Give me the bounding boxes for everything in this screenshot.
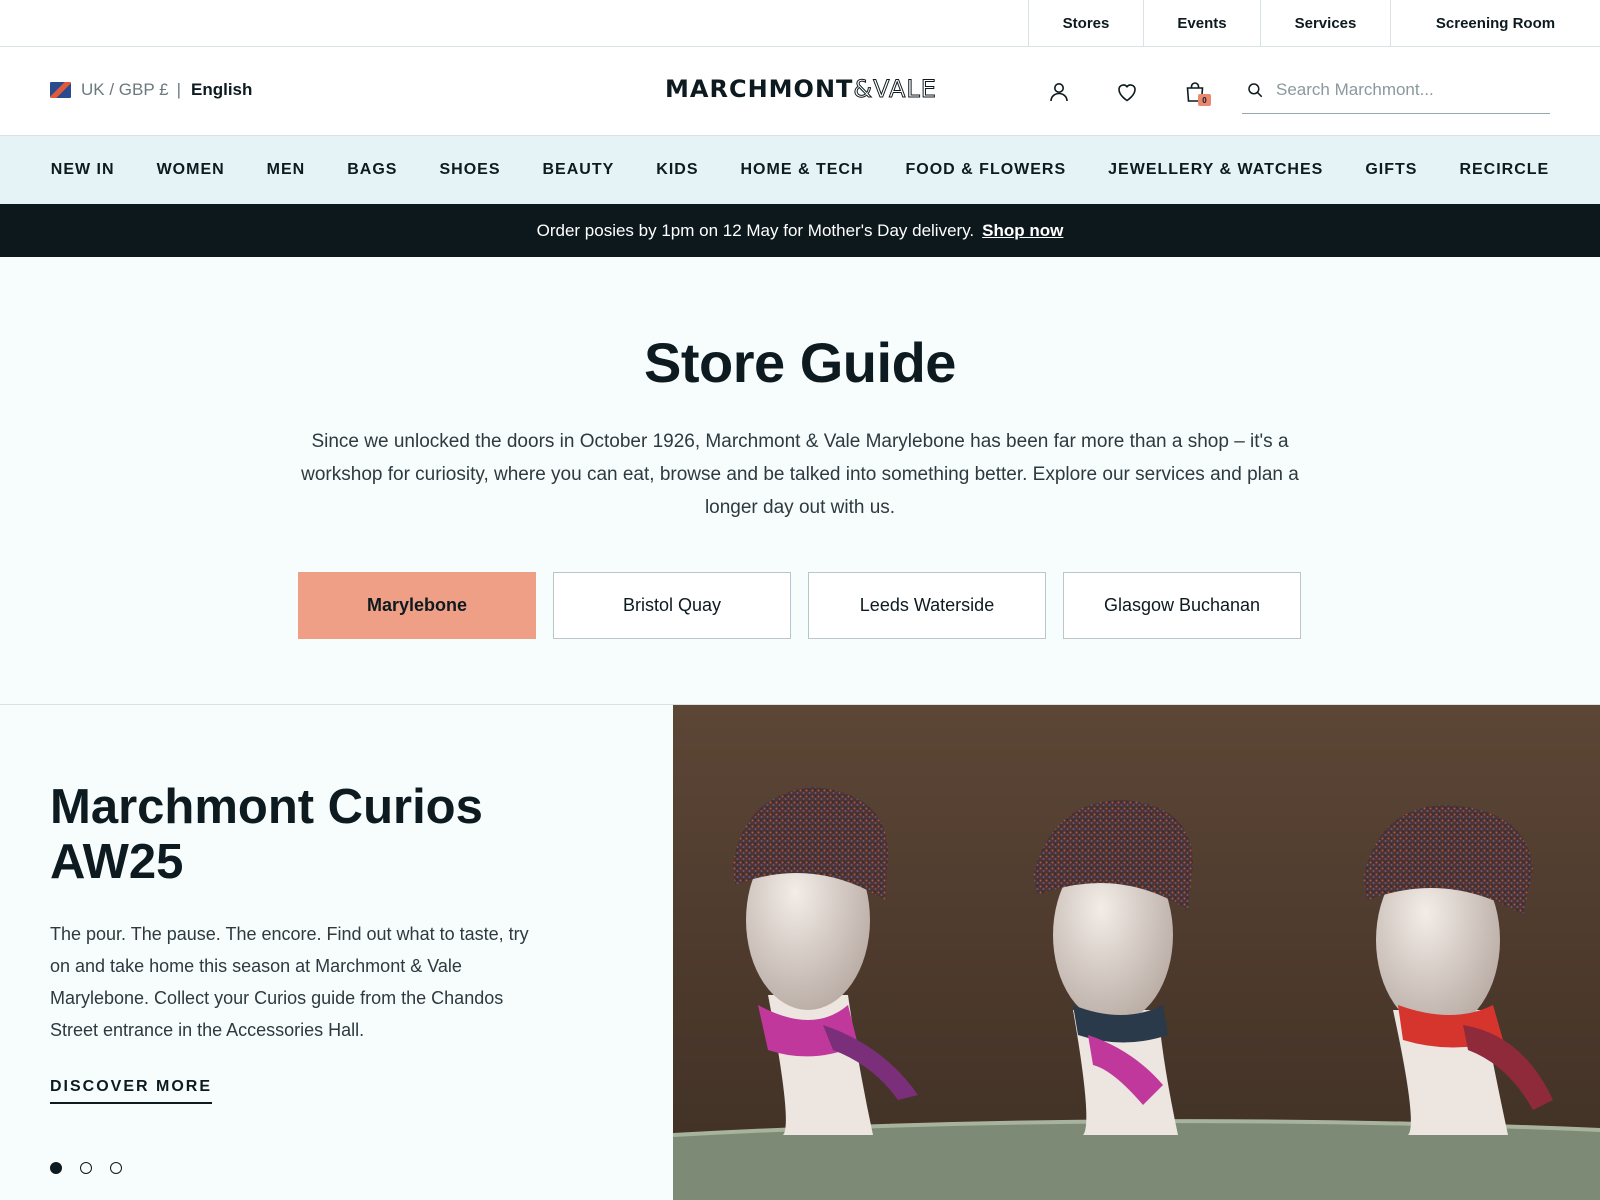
feature-title: Marchmont Curios AW25 — [50, 780, 483, 889]
wishlist-heart-icon[interactable] — [1115, 80, 1139, 104]
logo-text-left: MARCHMONT — [665, 75, 854, 103]
feature-description: The pour. The pause. The encore. Find ou… — [50, 924, 529, 1040]
search-icon — [1248, 83, 1263, 98]
account-icon[interactable] — [1047, 80, 1071, 104]
nav-home-tech[interactable]: HOME & TECH — [741, 161, 864, 179]
cart-count-badge: 0 — [1198, 94, 1211, 106]
currency-label[interactable]: UK / GBP £ — [81, 80, 169, 100]
promo-shop-now-link[interactable]: Shop now — [982, 221, 1063, 241]
search-input[interactable] — [1276, 80, 1536, 100]
discover-more-link[interactable]: DISCOVER MORE — [50, 1078, 213, 1104]
carousel-dot-3[interactable] — [110, 1162, 122, 1174]
utility-bar: Stores Events Services Screening Room — [0, 0, 1600, 47]
utility-links: Stores Events Services Screening Room — [1028, 0, 1600, 46]
carousel-dot-1[interactable] — [50, 1162, 62, 1174]
util-link-stores[interactable]: Stores — [1028, 0, 1143, 46]
locale-separator: | — [176, 80, 181, 99]
guide-description: Since we unlocked the doors in October 1… — [301, 431, 1299, 518]
nav-new-in[interactable]: NEW IN — [51, 161, 115, 179]
feature-image-mannequins — [673, 705, 1600, 1200]
util-link-services[interactable]: Services — [1260, 0, 1390, 46]
shopping-bag-icon[interactable]: 0 — [1183, 80, 1211, 106]
store-button-marylebone[interactable]: Marylebone — [298, 572, 536, 639]
promo-text: Order posies by 1pm on 12 May for Mother… — [536, 220, 975, 240]
nav-food-flowers[interactable]: FOOD & FLOWERS — [906, 161, 1067, 179]
logo-text-right: &VALE — [853, 75, 937, 104]
search-bar[interactable] — [1242, 67, 1550, 114]
nav-shoes[interactable]: SHOES — [439, 161, 500, 179]
nav-recircle[interactable]: RECIRCLE — [1459, 161, 1549, 179]
site-header: UK / GBP £ | English MARCHMONT&VALE 0 — [0, 47, 1600, 136]
nav-gifts[interactable]: GIFTS — [1365, 161, 1417, 179]
nav-jewellery-watches[interactable]: JEWELLERY & WATCHES — [1108, 161, 1323, 179]
store-button-bristol-quay[interactable]: Bristol Quay — [553, 572, 791, 639]
category-nav: NEW IN WOMEN MEN BAGS SHOES BEAUTY KIDS … — [0, 136, 1600, 204]
util-link-screening-room[interactable]: Screening Room — [1390, 0, 1600, 46]
store-button-leeds-waterside[interactable]: Leeds Waterside — [808, 572, 1046, 639]
uk-flag-icon — [50, 82, 71, 98]
nav-beauty[interactable]: BEAUTY — [542, 161, 614, 179]
nav-men[interactable]: MEN — [267, 161, 306, 179]
page-title: Store Guide — [644, 331, 956, 394]
nav-bags[interactable]: BAGS — [347, 161, 397, 179]
brand-logo[interactable]: MARCHMONT&VALE — [659, 75, 943, 104]
nav-kids[interactable]: KIDS — [656, 161, 698, 179]
carousel-dots — [50, 1162, 140, 1174]
store-selector: Marylebone Bristol Quay Leeds Waterside … — [298, 572, 1318, 639]
store-button-glasgow-buchanan[interactable]: Glasgow Buchanan — [1063, 572, 1301, 639]
nav-women[interactable]: WOMEN — [157, 161, 225, 179]
locale-selector[interactable]: UK / GBP £ | English — [50, 80, 252, 100]
language-label[interactable]: English — [191, 80, 252, 100]
util-link-events[interactable]: Events — [1143, 0, 1260, 46]
carousel-dot-2[interactable] — [80, 1162, 92, 1174]
promo-banner: Order posies by 1pm on 12 May for Mother… — [0, 204, 1600, 257]
